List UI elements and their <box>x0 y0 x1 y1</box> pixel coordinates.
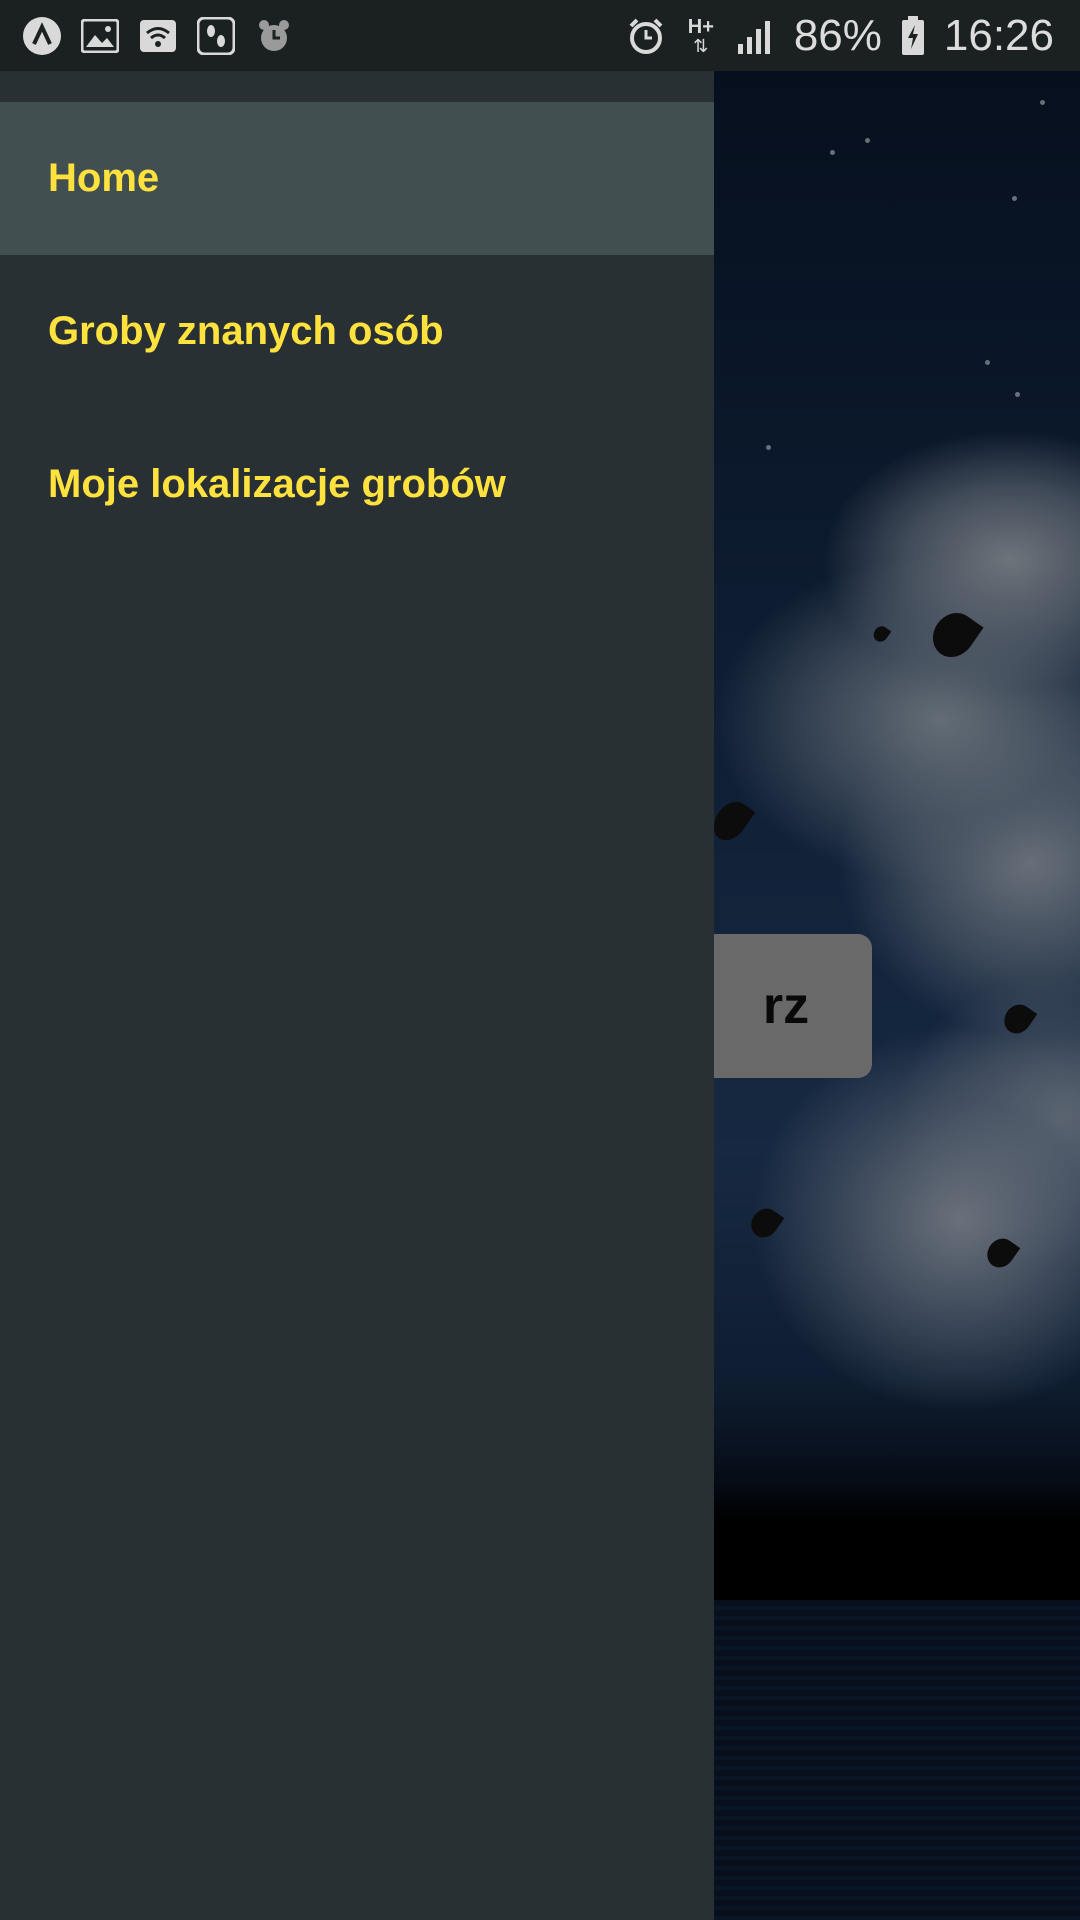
navigation-drawer: Home Groby znanych osób Moje lokalizacje… <box>0 71 714 1920</box>
drawer-item-label: Moje lokalizacje grobów <box>48 462 506 506</box>
drawer-item-label: Groby znanych osób <box>48 309 444 353</box>
wifi-box-icon <box>138 16 178 56</box>
app-a-icon <box>22 16 62 56</box>
gallery-icon <box>80 16 120 56</box>
battery-charging-icon <box>900 15 926 56</box>
footsteps-icon <box>196 16 236 56</box>
alarm-clock-icon <box>254 16 294 56</box>
drawer-header <box>0 71 714 102</box>
notification-icons <box>22 16 294 56</box>
clock: 16:26 <box>943 10 1054 60</box>
signal-icon <box>736 16 776 56</box>
drawer-item-famous-graves[interactable]: Groby znanych osób <box>0 255 714 408</box>
mobile-data-icon: H+ ⇅ <box>687 15 714 56</box>
alarm-icon <box>626 16 666 56</box>
battery-percentage: 86% <box>793 10 882 60</box>
status-bar: H+ ⇅ 86% 16:26 <box>0 0 1080 71</box>
drawer-item-my-grave-locations[interactable]: Moje lokalizacje grobów <box>0 408 714 561</box>
drawer-item-home[interactable]: Home <box>0 102 714 255</box>
drawer-item-label: Home <box>48 156 160 200</box>
system-status: H+ ⇅ 86% 16:26 <box>626 11 1054 61</box>
